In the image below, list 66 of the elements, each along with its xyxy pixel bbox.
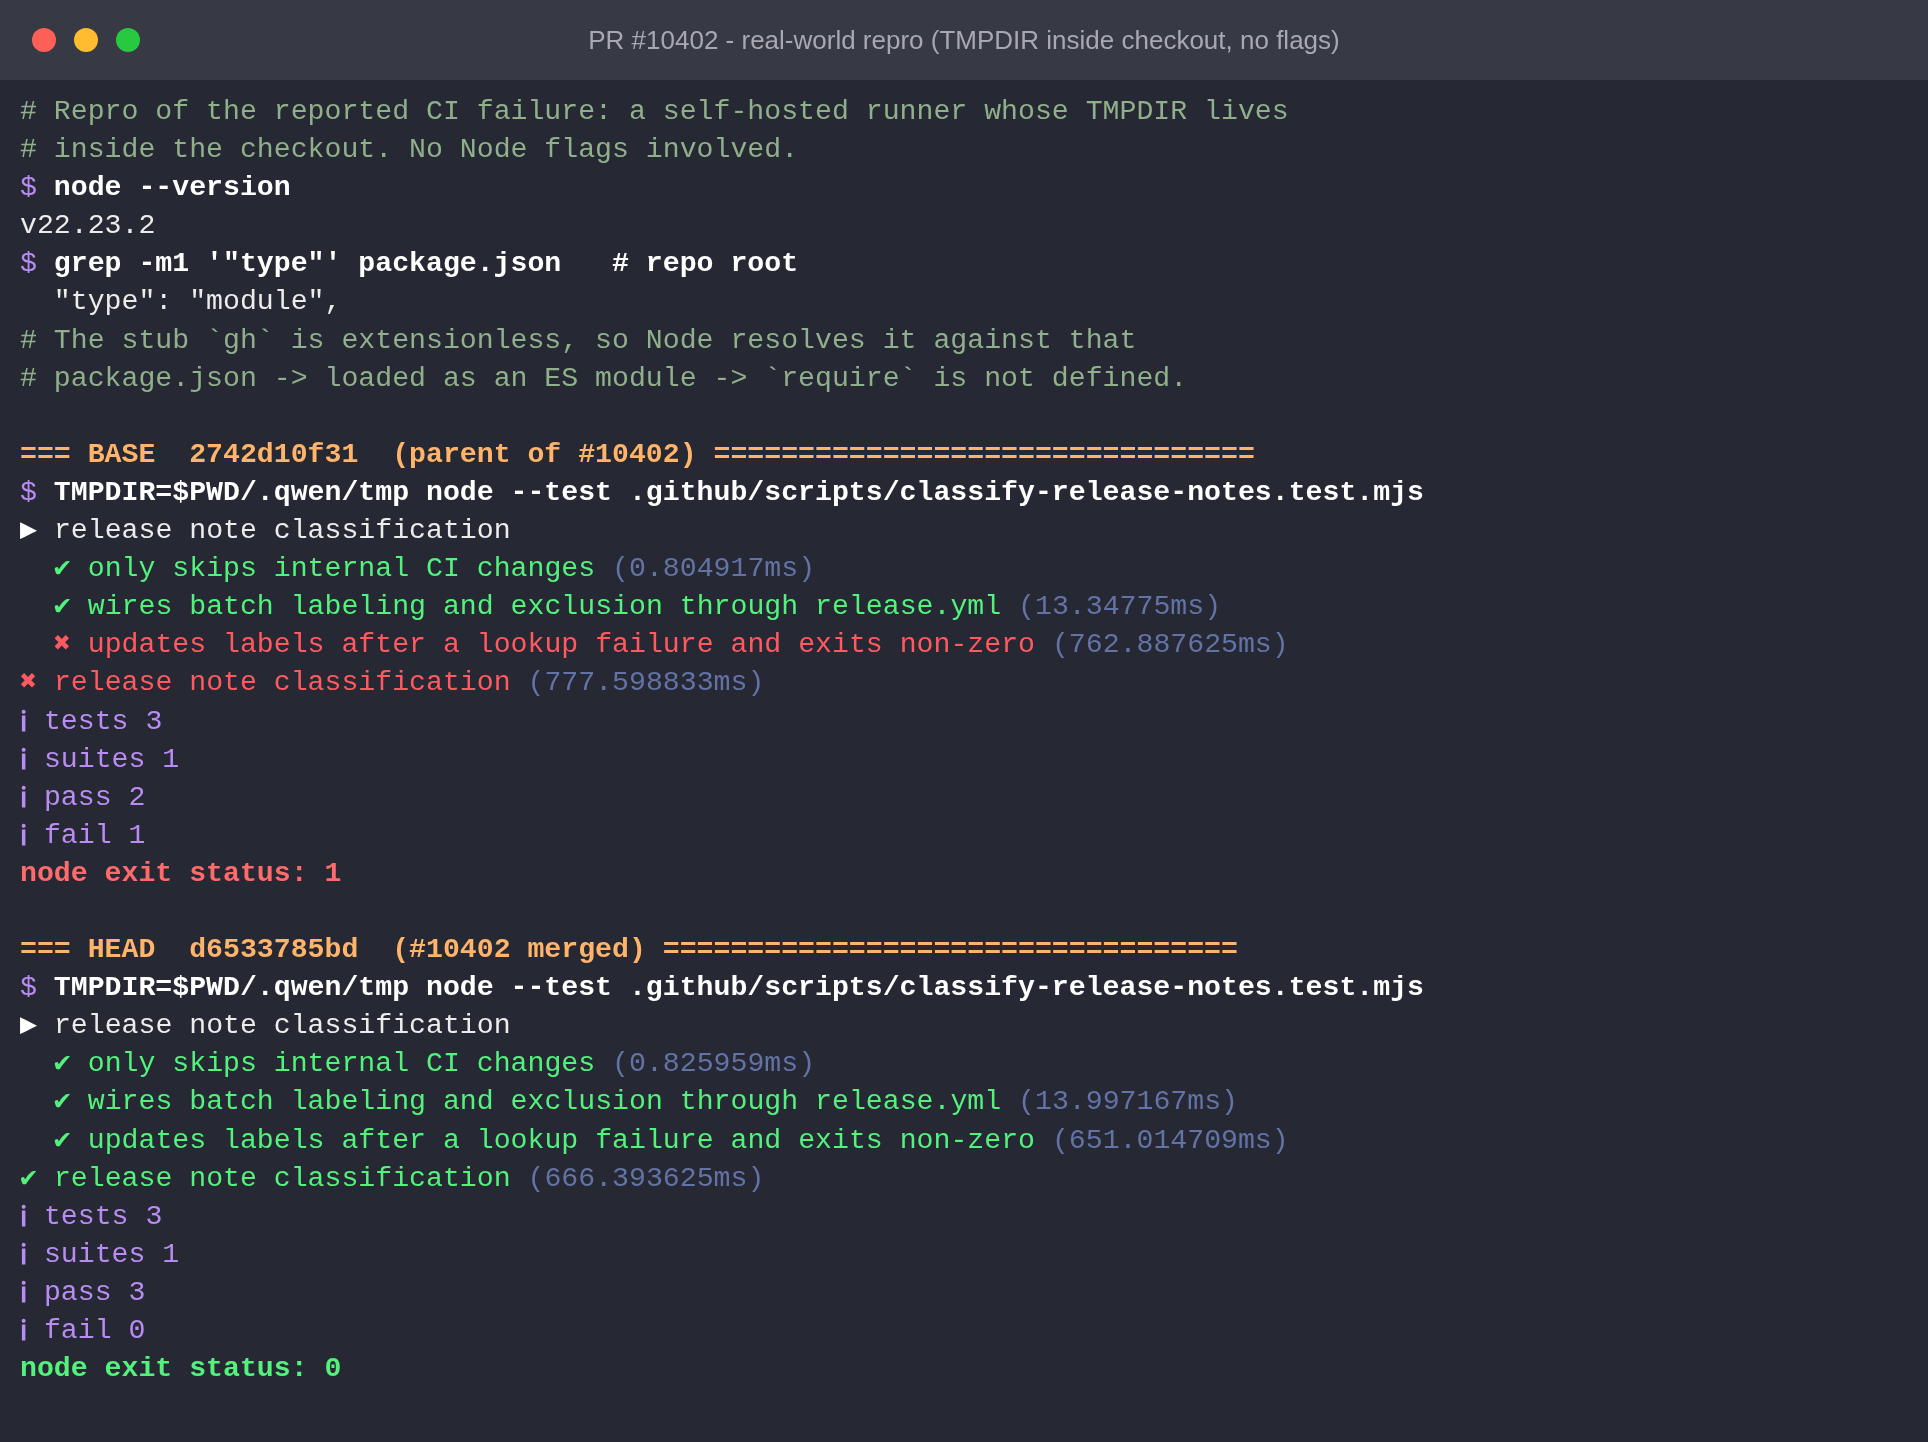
prompt-symbol: $ — [20, 171, 37, 206]
output-text: release note classification — [53, 514, 511, 549]
info-icon: ℹ — [20, 1273, 27, 1312]
section-header: === HEAD d6533785bd (#10402 merged) ================================== — [20, 933, 1238, 968]
info-icon: ℹ — [20, 1312, 27, 1351]
output-text: release note classification — [53, 1009, 511, 1044]
test-pass-text: wires batch labeling and exclusion through release.yml — [87, 1085, 1002, 1120]
exit-status: node exit status: 1 — [20, 856, 342, 891]
command-text: TMPDIR=$PWD/.qwen/tmp node --test .github/scripts/classify-release-notes.test.mjs — [53, 971, 1424, 1006]
duration-text: (13.997167ms) — [1018, 1085, 1238, 1120]
check-icon: ✔ — [53, 550, 71, 589]
summary-text: suites 1 — [43, 742, 180, 777]
prompt-symbol: $ — [20, 475, 37, 510]
comment-text: # The stub `gh` is extensionless, so Node resolves it against that — [20, 323, 1137, 358]
test-fail-text: updates labels after a lookup failure and exits non-zero — [87, 628, 1035, 663]
prompt-symbol: $ — [20, 971, 37, 1006]
check-icon: ✔ — [53, 1083, 71, 1122]
duration-text: (777.598833ms) — [527, 666, 765, 701]
test-pass-text: only skips internal CI changes — [87, 552, 596, 587]
info-icon: ℹ — [20, 1235, 27, 1274]
comment-text: # Repro of the reported CI failure: a self-hosted runner whose TMPDIR lives — [20, 95, 1289, 129]
info-icon: ℹ — [20, 816, 27, 855]
cross-icon: ✖ — [53, 626, 71, 665]
duration-text: (762.887625ms) — [1051, 628, 1289, 663]
summary-text: tests 3 — [43, 704, 163, 739]
comment-text: # inside the checkout. No Node flags involved. — [20, 133, 799, 168]
test-fail-text: release note classification — [53, 666, 511, 701]
test-pass-text: release note classification — [53, 1161, 511, 1196]
check-icon: ✔ — [53, 588, 71, 627]
info-icon: ℹ — [20, 702, 27, 741]
prompt-symbol: $ — [20, 247, 37, 282]
duration-text: (666.393625ms) — [527, 1161, 765, 1196]
window-title: PR #10402 - real-world repro (TMPDIR inside checkout, no flags) — [588, 23, 1340, 57]
summary-text: fail 1 — [43, 818, 146, 853]
check-icon: ✔ — [53, 1121, 71, 1160]
duration-text: (13.34775ms) — [1018, 590, 1222, 625]
summary-text: tests 3 — [43, 1199, 163, 1234]
test-pass-text: wires batch labeling and exclusion through release.yml — [87, 590, 1002, 625]
summary-text: suites 1 — [43, 1237, 180, 1272]
duration-text: (0.825959ms) — [612, 1047, 816, 1082]
command-text: node --version — [53, 171, 291, 206]
comment-text: # package.json -> loaded as an ES module -> `require` is not defined. — [20, 361, 1188, 396]
info-icon: ℹ — [20, 740, 27, 779]
test-pass-text: only skips internal CI changes — [87, 1047, 596, 1082]
summary-text: fail 0 — [43, 1314, 146, 1348]
check-icon: ✔ — [53, 1045, 71, 1084]
triangle-icon: ▶ — [20, 512, 37, 551]
info-icon: ℹ — [20, 1197, 27, 1236]
section-header: === BASE 2742d10f31 (parent of #10402) ================================ — [20, 437, 1255, 472]
command-text: grep -m1 '"type"' package.json # repo root — [53, 247, 799, 282]
exit-status: node exit status: 0 — [20, 1352, 342, 1387]
output-text: "type": "module", — [53, 285, 342, 320]
minimize-button[interactable] — [74, 28, 98, 52]
close-button[interactable] — [32, 28, 56, 52]
test-pass-text: updates labels after a lookup failure and exits non-zero — [87, 1123, 1035, 1158]
triangle-icon: ▶ — [20, 1007, 37, 1046]
maximize-button[interactable] — [116, 28, 140, 52]
cross-icon: ✖ — [20, 664, 37, 703]
summary-text: pass 2 — [43, 780, 146, 815]
duration-text: (0.804917ms) — [612, 552, 816, 587]
check-icon: ✔ — [20, 1159, 37, 1198]
command-text: TMPDIR=$PWD/.qwen/tmp node --test .github/scripts/classify-release-notes.test.mjs — [53, 475, 1424, 510]
summary-text: pass 3 — [43, 1275, 146, 1310]
info-icon: ℹ — [20, 778, 27, 817]
duration-text: (651.014709ms) — [1051, 1123, 1289, 1158]
output-text: v22.23.2 — [20, 209, 156, 244]
